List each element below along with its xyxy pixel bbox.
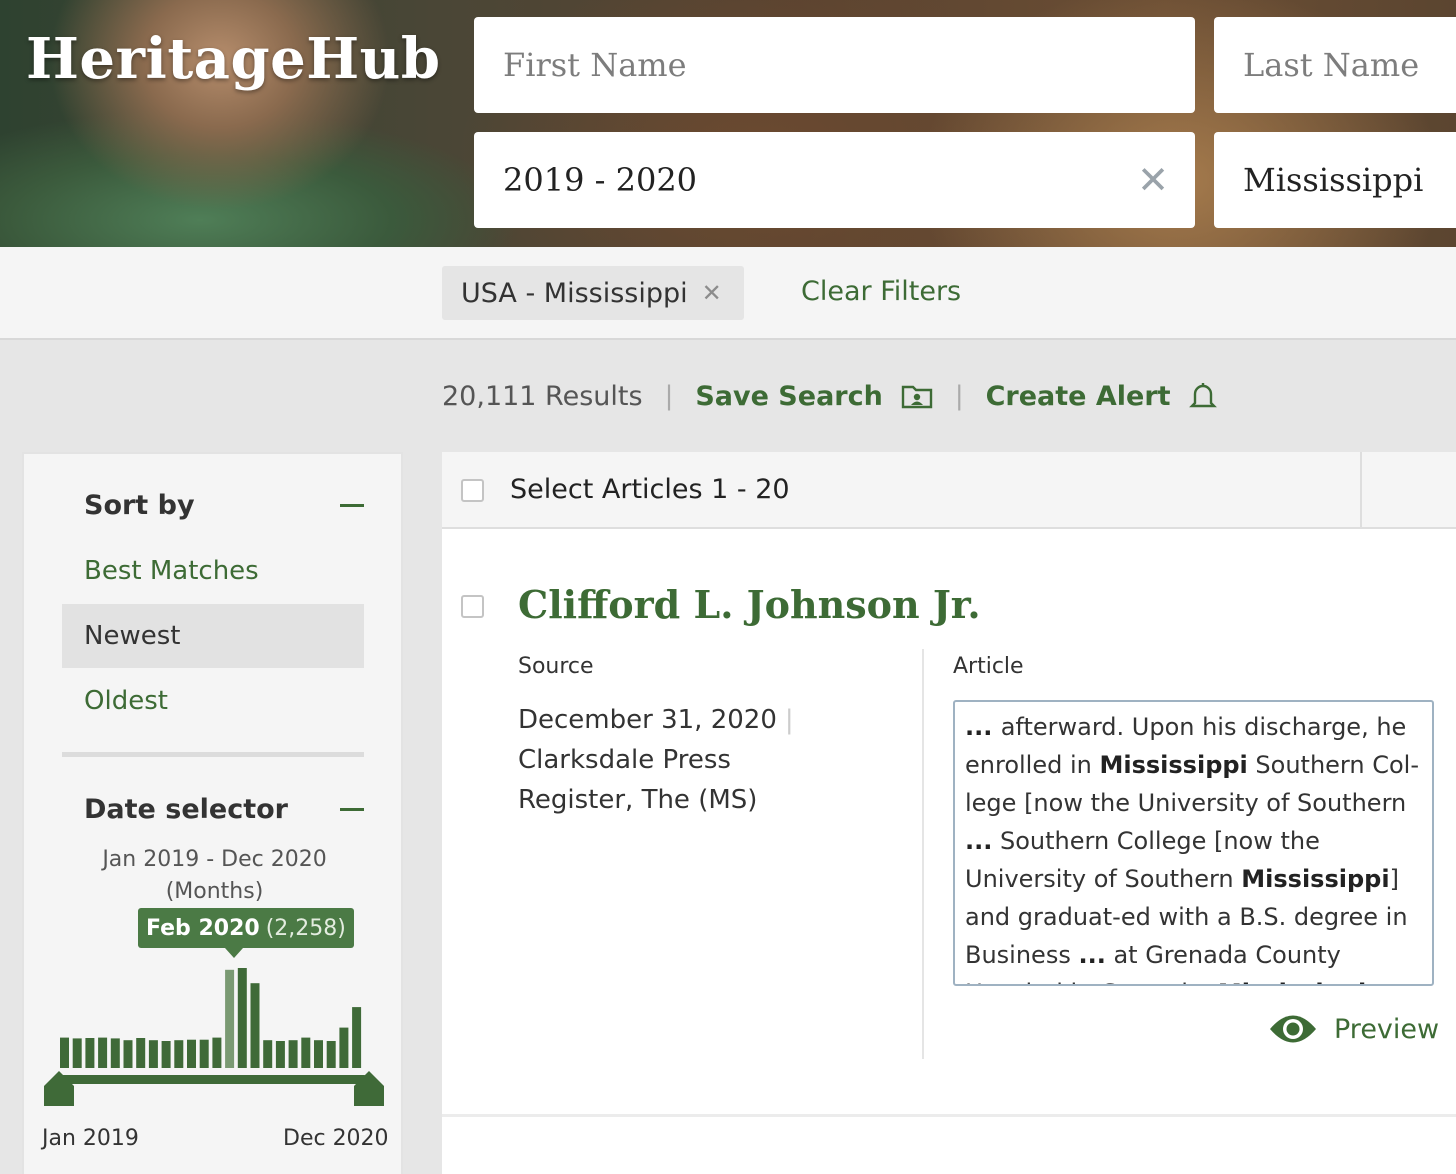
remove-filter-icon[interactable]: ✕ <box>702 279 722 307</box>
site-header: HeritageHub ✕ <box>0 0 1456 247</box>
result-source: December 31, 2020 | Clarksdale Press Regi… <box>518 700 848 820</box>
histogram-bar[interactable] <box>85 1038 95 1068</box>
histogram-bar[interactable] <box>314 1040 323 1068</box>
clear-date-icon[interactable]: ✕ <box>1137 161 1169 199</box>
result-title-link[interactable]: Clifford L. Johnson Jr. <box>518 582 981 627</box>
histogram-bar[interactable] <box>237 968 247 1068</box>
range-track[interactable] <box>58 1075 368 1084</box>
histogram-bar[interactable] <box>275 1041 285 1068</box>
histogram-bar[interactable] <box>136 1038 146 1068</box>
histogram-bar[interactable] <box>161 1041 171 1068</box>
snippet-highlight: ... <box>1078 941 1106 969</box>
source-separator: | <box>784 705 794 735</box>
histogram-bar[interactable] <box>288 1040 298 1068</box>
histogram-bar[interactable] <box>72 1038 82 1068</box>
source-publication-line2: Register, The (MS) <box>518 785 758 815</box>
histogram-bar[interactable] <box>199 1039 209 1068</box>
column-divider <box>922 649 924 1059</box>
histogram-bar[interactable] <box>110 1038 120 1068</box>
preview-button[interactable]: Preview <box>1268 1012 1439 1046</box>
location-field[interactable] <box>1214 132 1456 228</box>
result-checkbox[interactable] <box>461 595 484 618</box>
histogram-bar[interactable] <box>250 983 260 1068</box>
toolbar-separator: | <box>664 381 674 411</box>
article-snippet[interactable]: ... afterward. Upon his discharge, he en… <box>953 700 1434 986</box>
range-end-label: Dec 2020 <box>283 1126 389 1151</box>
select-articles-label: Select Articles 1 - 20 <box>510 474 790 505</box>
location-input[interactable] <box>1243 161 1456 199</box>
sidebar: Sort by Best Matches Newest Oldest Date … <box>22 452 403 1174</box>
first-name-field[interactable] <box>474 17 1195 113</box>
filter-chip-label: USA - Mississippi <box>461 277 688 309</box>
histogram-bar[interactable] <box>174 1040 184 1068</box>
source-publication-line1: Clarksdale Press <box>518 745 731 775</box>
histogram-bar[interactable] <box>225 969 235 1068</box>
snippet-highlight: ... <box>965 827 993 855</box>
date-range-input[interactable] <box>503 161 1195 199</box>
histogram-bar[interactable] <box>148 1040 158 1068</box>
histogram-bar[interactable] <box>212 1037 222 1068</box>
date-histogram[interactable] <box>24 454 405 1174</box>
save-search-label: Save Search <box>695 380 883 412</box>
results-toolbar: 20,111 Results | Save Search | Create Al… <box>442 376 1217 416</box>
date-range-field[interactable]: ✕ <box>474 132 1195 228</box>
results-list: Select Articles 1 - 20 Clifford L. Johns… <box>442 452 1456 1174</box>
location-filter-chip[interactable]: USA - Mississippi ✕ <box>442 266 744 320</box>
histogram-bar[interactable] <box>187 1039 196 1068</box>
histogram-bar[interactable] <box>339 1027 349 1068</box>
site-logo[interactable]: HeritageHub <box>26 26 441 92</box>
histogram-bar[interactable] <box>326 1041 336 1068</box>
last-name-input[interactable] <box>1243 46 1456 84</box>
histogram-bar[interactable] <box>60 1037 69 1068</box>
snippet-highlight: Mississippi <box>1218 979 1366 984</box>
eye-icon <box>1270 1015 1316 1043</box>
histogram-bar[interactable] <box>301 1037 311 1068</box>
select-articles-bar: Select Articles 1 - 20 <box>442 452 1456 529</box>
results-count: 20,111 Results <box>442 380 643 412</box>
first-name-input[interactable] <box>503 46 1195 84</box>
histogram-bar[interactable] <box>98 1037 108 1068</box>
bell-icon <box>1188 383 1217 408</box>
source-date-line: December 31, 2020 | <box>518 700 848 740</box>
filter-bar: USA - Mississippi ✕ Clear Filters <box>0 247 1456 340</box>
select-all-checkbox[interactable] <box>461 479 484 502</box>
create-alert-label: Create Alert <box>985 380 1171 412</box>
last-name-field[interactable] <box>1214 17 1456 113</box>
toolbar-separator: | <box>954 381 964 411</box>
histogram-bar[interactable] <box>352 1007 362 1068</box>
histogram-bar[interactable] <box>263 1040 273 1068</box>
folder-icon <box>901 385 933 409</box>
snippet-highlight: ... <box>965 713 1001 741</box>
source-date: December 31, 2020 <box>518 705 777 735</box>
article-heading: Article <box>953 654 1024 679</box>
select-bar-divider <box>1360 452 1362 529</box>
snippet-highlight: Mississippi <box>1241 865 1390 893</box>
range-start-label: Jan 2019 <box>42 1126 139 1151</box>
histogram-bar[interactable] <box>123 1040 133 1068</box>
clear-filters-link[interactable]: Clear Filters <box>801 276 961 307</box>
save-search-link[interactable]: Save Search <box>695 381 933 412</box>
create-alert-link[interactable]: Create Alert <box>986 381 1217 412</box>
result-row-divider <box>442 1114 1456 1117</box>
preview-label: Preview <box>1334 1013 1440 1045</box>
source-heading: Source <box>518 654 594 679</box>
snippet-highlight: Mississippi <box>1099 751 1248 779</box>
